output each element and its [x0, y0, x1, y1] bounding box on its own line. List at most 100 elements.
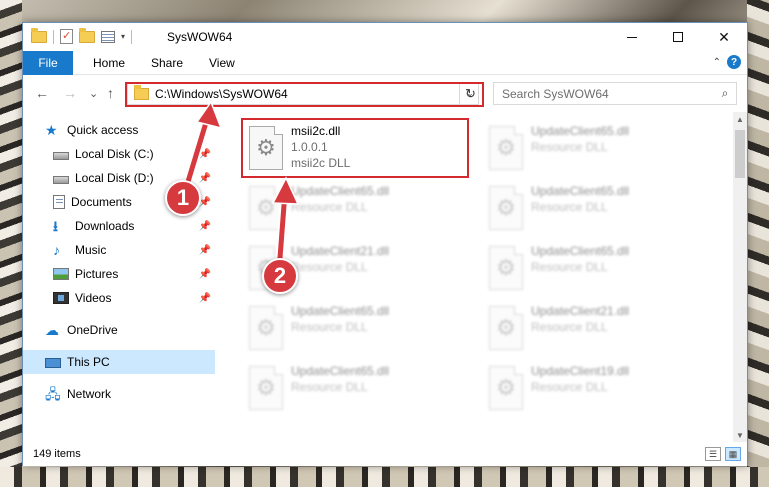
sidebar-item-label: Quick access — [67, 123, 139, 137]
file-description: Resource DLL — [531, 320, 608, 334]
file-name: UpdateClient65.dll — [291, 184, 390, 198]
disk-icon — [53, 175, 69, 184]
file-details: UpdateClient19.dll Resource DLL — [531, 360, 629, 418]
vertical-scrollbar[interactable]: ▲ ▼ — [733, 112, 747, 442]
properties-check-icon[interactable] — [60, 29, 73, 44]
tab-home[interactable]: Home — [93, 51, 125, 75]
file-item[interactable]: UpdateClient65.dll Resource DLL — [243, 300, 469, 358]
scroll-down-arrow-icon[interactable]: ▼ — [733, 428, 747, 442]
ribbon-right-controls: ⌃ ? — [713, 55, 741, 69]
item-count: 149 items — [33, 448, 81, 460]
details-view-icon[interactable]: ☰ — [705, 447, 721, 461]
pin-icon[interactable]: 📌 — [199, 293, 211, 304]
sidebar-item-label: Pictures — [75, 267, 119, 281]
file-name: UpdateClient21.dll — [291, 244, 390, 258]
minimize-button[interactable] — [609, 23, 655, 51]
pin-icon[interactable]: 📌 — [199, 221, 211, 232]
sidebar-item-this-pc[interactable]: This PC — [23, 350, 215, 374]
star-icon: ★ — [45, 122, 58, 138]
file-item[interactable]: UpdateClient19.dll Resource DLL — [483, 360, 709, 418]
file-details: UpdateClient65.dll Resource DLL — [531, 240, 629, 298]
file-details: UpdateClient65.dll Resource DLL — [531, 180, 629, 238]
file-name: UpdateClient65.dll — [531, 244, 630, 258]
view-switcher: ☰ ▦ — [705, 447, 741, 461]
scroll-thumb[interactable] — [735, 130, 745, 178]
sidebar-item-quick-access[interactable]: ★ Quick access — [23, 118, 215, 142]
help-icon[interactable]: ? — [727, 55, 741, 69]
network-icon: 🖧 — [45, 386, 61, 402]
tab-share[interactable]: Share — [151, 51, 183, 75]
toolbar-divider — [53, 29, 54, 44]
ribbon-tabs: File Home Share View ⌃ ? — [23, 51, 747, 75]
file-item[interactable]: UpdateClient65.dll Resource DLL — [483, 240, 709, 298]
forward-arrow-icon[interactable]: → — [63, 85, 77, 101]
folder-icon — [31, 27, 47, 43]
pin-icon[interactable]: 📌 — [199, 149, 211, 160]
scroll-up-arrow-icon[interactable]: ▲ — [733, 112, 747, 126]
file-details: UpdateClient65.dll Resource DLL — [291, 300, 389, 358]
status-bar: 149 items ☰ ▦ — [23, 442, 747, 466]
step-1-badge: 1 — [165, 180, 201, 216]
file-name: UpdateClient65.dll — [531, 124, 630, 138]
expand-ribbon-chevron-icon[interactable]: ⌃ — [713, 57, 721, 68]
recent-locations-chevron-icon[interactable]: ⌄ — [89, 87, 98, 100]
up-arrow-icon[interactable]: ↑ — [107, 85, 114, 101]
sidebar-item-pictures[interactable]: Pictures 📌 — [23, 262, 215, 286]
tiles-view-icon[interactable]: ▦ — [725, 447, 741, 461]
file-explorer-window: ▾ SysWOW64 ✕ File Home Share View ⌃ ? ← … — [22, 22, 748, 466]
computer-icon — [45, 357, 61, 368]
sidebar-item-music[interactable]: ♪ Music 📌 — [23, 238, 215, 262]
dll-file-icon — [489, 246, 523, 290]
file-name: UpdateClient21.dll — [531, 304, 630, 318]
pin-icon[interactable]: 📌 — [199, 245, 211, 256]
sidebar-item-videos[interactable]: Videos 📌 — [23, 286, 215, 310]
sidebar-item-local-disk-c[interactable]: Local Disk (C:) 📌 — [23, 142, 215, 166]
file-details: UpdateClient21.dll Resource DLL — [291, 240, 389, 298]
rename-icon[interactable] — [101, 30, 115, 43]
disk-icon — [53, 151, 69, 160]
file-description: Resource DLL — [531, 380, 608, 394]
toolbar-divider — [131, 29, 133, 44]
file-item[interactable]: UpdateClient65.dll Resource DLL — [483, 120, 709, 178]
file-details: UpdateClient65.dll Resource DLL — [291, 360, 389, 418]
sidebar-item-onedrive[interactable]: ☁ OneDrive — [23, 318, 215, 342]
file-description: Resource DLL — [291, 320, 368, 334]
desktop-background-right — [747, 0, 769, 487]
file-details: UpdateClient65.dll Resource DLL — [291, 180, 389, 238]
cloud-icon: ☁ — [45, 322, 59, 338]
dll-file-icon — [489, 186, 523, 230]
quick-access-toolbar: ▾ — [31, 27, 133, 44]
file-item[interactable]: UpdateClient65.dll Resource DLL — [243, 180, 469, 238]
file-description: Resource DLL — [291, 380, 368, 394]
back-arrow-icon[interactable]: ← — [35, 85, 49, 101]
file-item[interactable]: UpdateClient21.dll Resource DLL — [483, 300, 709, 358]
search-placeholder: Search SysWOW64 — [502, 86, 609, 101]
sidebar-item-label: Network — [67, 387, 112, 401]
sidebar-item-network[interactable]: 🖧 Network — [23, 382, 215, 406]
navigation-pane: ★ Quick access Local Disk (C:) 📌 Local D… — [23, 112, 215, 442]
minimize-icon — [627, 36, 637, 38]
step-2-badge: 2 — [262, 258, 298, 294]
pin-icon[interactable]: 📌 — [199, 269, 211, 280]
file-details: UpdateClient65.dll Resource DLL — [531, 120, 629, 178]
pin-icon[interactable]: 📌 — [199, 173, 211, 184]
search-icon[interactable]: ⌕ — [714, 86, 736, 101]
file-description: Resource DLL — [291, 260, 368, 274]
new-folder-icon[interactable] — [79, 27, 95, 43]
tab-view[interactable]: View — [209, 51, 235, 75]
file-item[interactable]: UpdateClient65.dll Resource DLL — [243, 360, 469, 418]
sidebar-item-label: Documents — [71, 195, 132, 209]
sidebar-item-label: OneDrive — [67, 323, 118, 337]
dll-file-icon — [249, 366, 283, 410]
file-item[interactable]: UpdateClient65.dll Resource DLL — [483, 180, 709, 238]
customize-toolbar-dropdown-icon[interactable]: ▾ — [121, 32, 125, 41]
maximize-button[interactable] — [655, 23, 701, 51]
tab-file[interactable]: File — [23, 51, 73, 75]
videos-icon — [53, 292, 69, 304]
close-button[interactable]: ✕ — [701, 23, 747, 51]
dll-file-icon — [489, 306, 523, 350]
search-input[interactable]: Search SysWOW64 ⌕ — [493, 82, 737, 105]
sidebar-item-label: Local Disk (C:) — [75, 147, 154, 161]
sidebar-item-downloads[interactable]: ⭳ Downloads 📌 — [23, 214, 215, 238]
sidebar-item-label: Music — [75, 243, 107, 257]
